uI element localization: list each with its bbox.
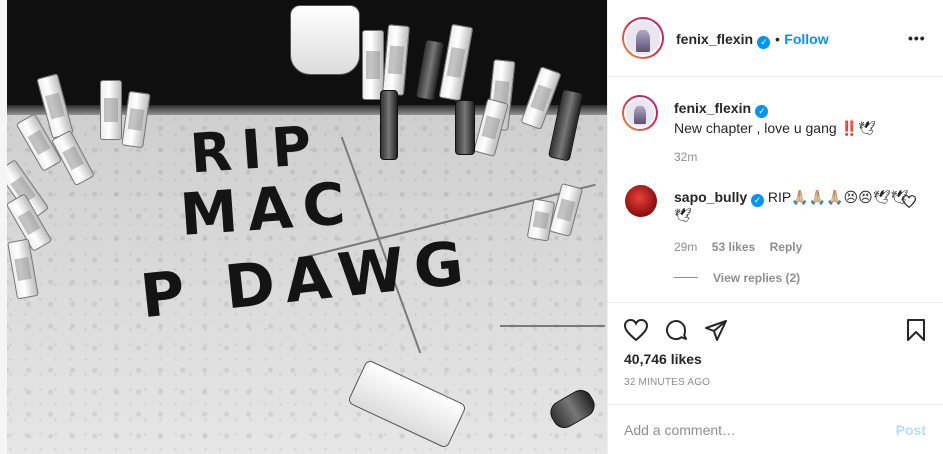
more-horizontal-icon[interactable]: ••• xyxy=(908,30,926,46)
save-bookmark-icon[interactable] xyxy=(906,318,926,342)
comment-likes[interactable]: 53 likes xyxy=(712,240,755,254)
post-actions: 40,746 likes 32 MINUTES AGO Post xyxy=(608,302,943,454)
graffiti-line-2: MAC xyxy=(177,168,358,250)
bottle xyxy=(455,100,475,155)
comment-text-line-2: 🕊 xyxy=(674,207,692,223)
likes-count[interactable]: 40,746 likes xyxy=(624,351,702,367)
comment-reply-button[interactable]: Reply xyxy=(770,240,803,254)
comment-meta: 29m 53 likes Reply xyxy=(674,238,802,256)
comment-input[interactable] xyxy=(624,419,874,441)
view-replies-button[interactable]: View replies (2) xyxy=(713,271,800,285)
cup xyxy=(290,5,360,75)
comment-bubble-icon[interactable] xyxy=(664,318,688,342)
commenter-avatar[interactable] xyxy=(625,185,657,217)
add-comment-bar: Post xyxy=(608,404,943,454)
caption-time[interactable]: 32m xyxy=(674,150,697,164)
caption-avatar[interactable] xyxy=(622,95,658,131)
candle xyxy=(100,80,122,140)
author-avatar[interactable] xyxy=(622,17,664,59)
view-replies-line xyxy=(674,277,698,278)
like-heart-icon[interactable] xyxy=(624,319,648,341)
commenter-username[interactable]: sapo_bully xyxy=(674,189,747,205)
post-timestamp[interactable]: 32 MINUTES AGO xyxy=(624,377,710,388)
share-send-icon[interactable] xyxy=(704,318,728,342)
caption-username[interactable]: fenix_flexin xyxy=(674,100,751,116)
verified-badge-icon: ✓ xyxy=(757,36,771,49)
author-username[interactable]: fenix_flexin xyxy=(676,31,753,47)
verified-badge-icon: ✓ xyxy=(755,105,769,118)
header-user-line: fenix_flexin ✓ • Follow xyxy=(676,31,829,49)
separator-dot: • xyxy=(774,31,780,47)
verified-badge-icon: ✓ xyxy=(751,194,765,207)
comment-line: sapo_bully ✓ RIP🙏🏼🙏🏼🙏🏼😣😣🕊🕊 xyxy=(674,189,908,207)
caption-user-line: fenix_flexin ✓ xyxy=(674,100,769,118)
post-header: fenix_flexin ✓ • Follow ••• xyxy=(608,0,943,77)
bottle xyxy=(380,90,398,160)
post-comment-button[interactable]: Post xyxy=(896,422,926,438)
photo-crack xyxy=(500,325,605,327)
comment-time[interactable]: 29m xyxy=(674,240,697,254)
post-photo[interactable]: RIP MAC P DAWG xyxy=(0,0,607,454)
post-details-panel: fenix_flexin ✓ • Follow ••• fenix_flexin… xyxy=(607,0,943,454)
photo-left-border xyxy=(0,0,7,454)
caption-text: New chapter , love u gang ‼️🕊 xyxy=(674,120,876,136)
candle xyxy=(362,30,384,100)
comment-text: RIP🙏🏼🙏🏼🙏🏼😣😣🕊🕊 xyxy=(767,189,909,205)
follow-button[interactable]: Follow xyxy=(784,31,828,47)
like-comment-heart-icon[interactable] xyxy=(902,195,916,208)
